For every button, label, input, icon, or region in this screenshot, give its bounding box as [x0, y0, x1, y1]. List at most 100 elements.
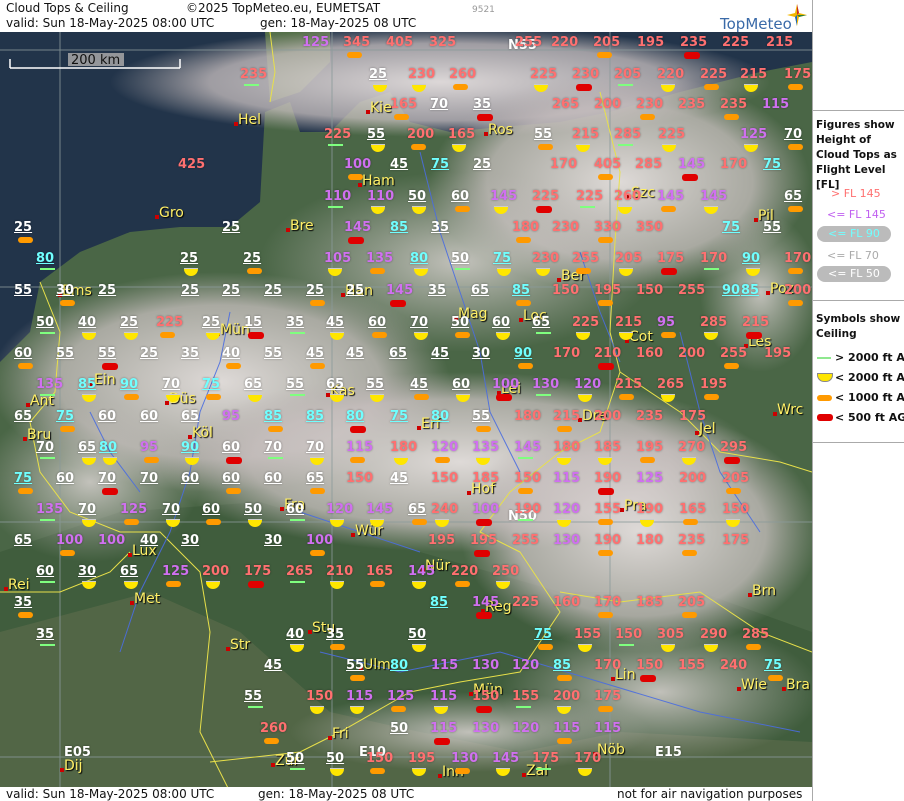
city-label: Wrc — [777, 402, 804, 418]
cloud-top-value: 190 — [594, 471, 622, 486]
cloud-top-value: 160 — [636, 346, 664, 361]
cloud-top-value: 135 — [36, 502, 64, 517]
cloud-top-value: 200 — [594, 97, 622, 112]
red-bar-icon — [496, 394, 512, 401]
cloud-top-value: 205 — [722, 471, 750, 486]
cloud-top-value: 150 — [346, 471, 374, 486]
cloud-top-value: 90 — [181, 440, 200, 455]
cloud-top-value: 270 — [678, 440, 706, 455]
orange-bar-icon — [516, 300, 531, 306]
orange-bar-icon — [640, 457, 655, 463]
cloud-top-value: 205 — [615, 251, 643, 266]
green-line-icon — [328, 144, 343, 146]
orange-bar-icon — [704, 84, 719, 90]
satellite-map[interactable]: 200 km N55 N50 E05 E10 E15 Hel Kie Ros Ham G… — [0, 32, 812, 787]
cloud-top-value: 80 — [390, 658, 409, 673]
cloud-top-value: 405 — [594, 157, 622, 172]
green-line-icon — [290, 394, 305, 396]
cloud-top-value: 25 — [140, 346, 159, 361]
cloud-top-value: 180 — [553, 440, 581, 455]
cloud-top-value: 65 — [14, 533, 33, 548]
generated-time: gen: 18-May-2025 08 UTC — [260, 16, 417, 30]
orange-bar-icon — [160, 332, 175, 338]
cloud-top-value: 65 — [471, 283, 490, 298]
city-label: Rei — [8, 577, 30, 593]
orange-bar-icon — [682, 550, 697, 556]
orange-bar-icon — [557, 675, 572, 681]
cloud-top-value: 145 — [386, 283, 414, 298]
city-label: Kie — [370, 100, 392, 116]
cloud-top-value: 260 — [449, 67, 477, 82]
cloud-top-value: 35 — [286, 315, 305, 330]
cloud-top-value: 255 — [512, 533, 540, 548]
cloud-top-value: 50 — [451, 315, 470, 330]
city-label: Dij — [64, 758, 83, 774]
cloud-top-value: 145 — [490, 189, 518, 204]
green-line-icon — [40, 581, 55, 583]
green-line-icon — [516, 706, 531, 708]
cloud-top-value: 210 — [594, 346, 622, 361]
cloud-top-value: 25 — [180, 251, 199, 266]
cloud-top-value: 75 — [202, 377, 221, 392]
cloud-top-value: 170 — [784, 251, 812, 266]
orange-bar-icon — [394, 114, 409, 120]
city-label: Bra — [786, 677, 810, 693]
cloud-top-value: 75 — [534, 627, 553, 642]
cloud-top-value: 230 — [572, 67, 600, 82]
orange-bar-icon — [206, 519, 221, 525]
orange-bar-icon — [455, 206, 470, 212]
cloud-top-value: 195 — [408, 751, 436, 766]
cloud-top-value: 65 — [120, 564, 139, 579]
cloud-top-value: 85 — [306, 409, 325, 424]
cloud-top-value: 295 — [720, 440, 748, 455]
orange-bar-icon — [746, 644, 761, 650]
cloud-top-value: 230 — [532, 251, 560, 266]
orange-bar-icon — [640, 114, 655, 120]
orange-bar-icon — [455, 768, 470, 774]
cloud-top-value: 55 — [98, 346, 117, 361]
red-bar-icon — [684, 52, 700, 59]
cloud-top-value: 195 — [428, 533, 456, 548]
green-line-icon — [290, 332, 305, 334]
cloud-top-value: 170 — [594, 658, 622, 673]
green-line-icon — [455, 268, 470, 270]
cloud-top-value: 255 — [678, 283, 706, 298]
red-bar-icon — [102, 363, 118, 370]
orange-bar-icon — [226, 363, 241, 369]
cloud-top-value: 70 — [784, 127, 803, 142]
orange-bar-icon — [661, 332, 676, 338]
cloud-top-value: 55 — [244, 689, 263, 704]
cloud-top-value: 255 — [720, 346, 748, 361]
city-label: Bre — [290, 218, 314, 234]
cloud-top-value: 50 — [326, 751, 345, 766]
cloud-top-value: 215 — [553, 409, 581, 424]
green-line-icon — [248, 706, 263, 708]
cloud-top-value: 230 — [408, 67, 436, 82]
orange-bar-icon — [18, 612, 33, 618]
cloud-top-value: 150 — [472, 689, 500, 704]
cloud-top-value: 260 — [614, 189, 642, 204]
cloud-top-value: 35 — [181, 346, 200, 361]
cloud-top-value: 215 — [740, 67, 768, 82]
cloud-top-value: 175 — [784, 67, 812, 82]
cloud-top-value: 200 — [679, 471, 707, 486]
cloud-top-value: 145 — [408, 564, 436, 579]
cloud-top-value: 25 — [14, 220, 33, 235]
cloud-top-value: 80 — [346, 409, 365, 424]
cloud-top-value: 175 — [244, 564, 272, 579]
cloud-top-value: 130 — [472, 658, 500, 673]
cloud-top-value: 210 — [326, 564, 354, 579]
orange-bar-icon — [391, 706, 406, 712]
cloud-top-value: 130 — [553, 533, 581, 548]
red-bar-icon — [598, 488, 614, 495]
cloud-top-value: 135 — [36, 377, 64, 392]
green-line-icon — [518, 519, 533, 521]
cloud-top-value: 265 — [552, 97, 580, 112]
cloud-top-value: 115 — [553, 471, 581, 486]
orange-bar-icon — [788, 300, 803, 306]
cloud-top-value: 135 — [472, 440, 500, 455]
cloud-top-value: 175 — [722, 533, 750, 548]
cloud-top-value: 290 — [700, 627, 728, 642]
cloud-top-value: 150 — [552, 283, 580, 298]
cloud-top-value: 230 — [552, 220, 580, 235]
